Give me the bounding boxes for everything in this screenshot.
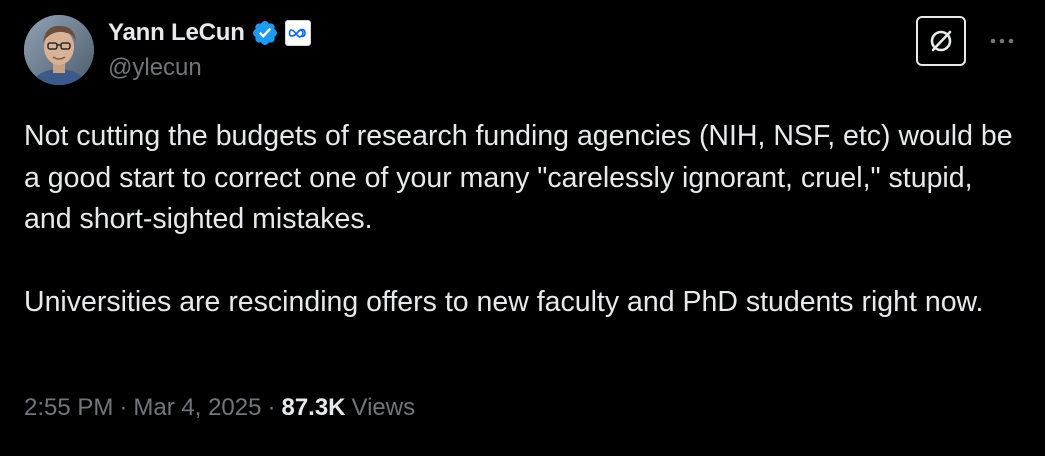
meta-separator: · — [267, 394, 276, 421]
author-display-name[interactable]: Yann LeCun — [108, 19, 245, 47]
author-handle[interactable]: @ylecun — [108, 54, 202, 82]
tweet-time[interactable]: 2:55 PM — [24, 394, 113, 422]
grok-icon — [930, 30, 952, 52]
more-options-button[interactable] — [982, 24, 1022, 58]
views-label: Views — [351, 394, 416, 421]
more-horizontal-icon — [990, 38, 1014, 44]
meta-logo-icon[interactable] — [284, 20, 311, 46]
tweet-card: Yann LeCun @ylecun Not cutting the budge… — [0, 0, 1045, 456]
views-count[interactable]: 87.3K — [281, 394, 345, 422]
avatar-photo — [24, 15, 94, 85]
meta-separator: · — [119, 394, 128, 421]
tweet-paragraph: Not cutting the budgets of research fund… — [24, 120, 1013, 235]
tweet-meta: 2:55 PM · Mar 4, 2025 · 87.3K Views — [24, 394, 415, 422]
verified-badge-icon[interactable] — [251, 19, 279, 47]
author-name-row: Yann LeCun — [108, 18, 311, 48]
tweet-paragraph: Universities are rescinding offers to ne… — [24, 286, 984, 318]
tweet-date[interactable]: Mar 4, 2025 — [133, 394, 261, 422]
tweet-text: Not cutting the budgets of research fund… — [24, 116, 1014, 324]
avatar[interactable] — [24, 15, 94, 85]
grok-button[interactable] — [916, 16, 966, 66]
